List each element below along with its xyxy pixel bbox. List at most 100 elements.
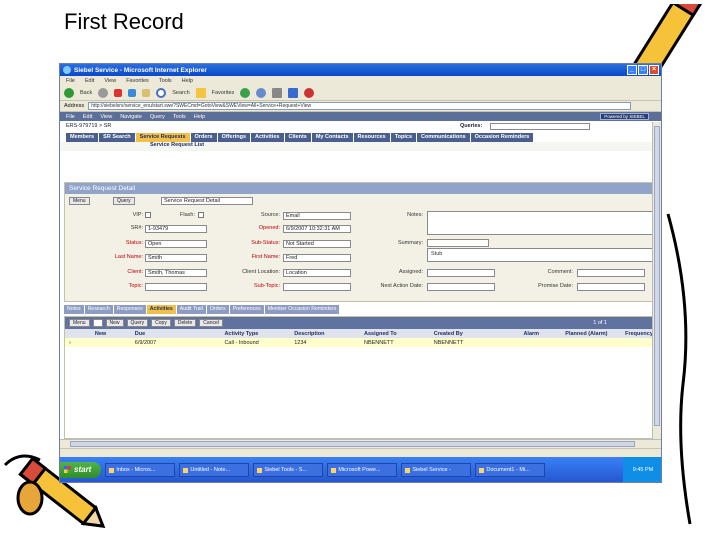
list-copy-button[interactable]: Copy	[151, 319, 171, 327]
col-planned-alarm[interactable]: Planned (Alarm)	[565, 331, 625, 337]
menu-edit[interactable]: Edit	[85, 78, 94, 84]
tab-my-contacts[interactable]: My Contacts	[311, 133, 353, 142]
list-new-button[interactable]: New	[105, 319, 124, 327]
tab-topics[interactable]: Topics	[390, 133, 417, 142]
start-button[interactable]: start	[60, 461, 102, 478]
taskbar-item-inbox[interactable]: Inbox - Micros...	[105, 462, 176, 477]
home-icon[interactable]	[142, 88, 151, 97]
favorites-icon[interactable]	[195, 87, 206, 98]
vertical-scrollbar[interactable]	[652, 122, 661, 442]
list-menu-dropdown[interactable]	[92, 319, 103, 327]
comment-field[interactable]	[577, 269, 645, 277]
view-tab-research[interactable]: Research	[84, 305, 113, 314]
list-menu-button[interactable]: Menu	[69, 319, 90, 327]
client-location-field[interactable]: Location	[283, 269, 351, 277]
taskbar-item-word[interactable]: Document1 - Mi...	[475, 462, 546, 477]
tab-resources[interactable]: Resources	[353, 133, 390, 142]
horizontal-scroll-thumb[interactable]	[70, 441, 635, 447]
queries-select[interactable]	[490, 122, 590, 130]
app-menu-navigate[interactable]: Navigate	[120, 114, 142, 120]
vertical-scroll-thumb[interactable]	[654, 126, 660, 426]
stop-icon[interactable]	[114, 88, 123, 97]
history-icon[interactable]	[240, 87, 251, 98]
col-due[interactable]: Due	[135, 331, 225, 337]
query-button[interactable]: Query	[113, 197, 135, 205]
view-select[interactable]: Service Request Detail	[161, 197, 253, 205]
view-tab-audit-trail[interactable]: Audit Trail	[176, 305, 206, 314]
sr-number-field[interactable]: 1-93479	[145, 225, 207, 233]
cell-description[interactable]: 1234	[294, 340, 364, 346]
print-icon[interactable]	[272, 87, 283, 98]
col-assigned-to[interactable]: Assigned To	[364, 331, 434, 337]
col-activity-type[interactable]: Activity Type	[224, 331, 294, 337]
view-tab-activities[interactable]: Activities	[146, 305, 176, 314]
notes-textarea[interactable]	[427, 211, 661, 235]
assigned-field[interactable]	[427, 269, 495, 277]
summary-select[interactable]	[427, 239, 489, 247]
tab-communications[interactable]: Communications	[417, 133, 470, 142]
tab-activities[interactable]: Activities	[251, 133, 284, 142]
tab-sr-search[interactable]: SR Search	[99, 133, 135, 142]
client-field[interactable]: Smith, Thomas	[145, 269, 207, 277]
menu-file[interactable]: File	[66, 78, 75, 84]
substatus-field[interactable]: Not Started	[283, 240, 351, 248]
menu-tools[interactable]: Tools	[159, 78, 172, 84]
forward-icon[interactable]	[98, 87, 109, 98]
back-label[interactable]: Back	[80, 90, 92, 96]
col-frequency[interactable]: Frequency	[625, 331, 653, 337]
menu-view[interactable]: View	[104, 78, 116, 84]
tab-offerings[interactable]: Offerings	[217, 133, 251, 142]
cell-assigned-to[interactable]: NBENNETT	[364, 340, 434, 346]
source-field[interactable]: Email	[283, 212, 351, 220]
subtopic-field[interactable]	[283, 283, 351, 291]
close-icon[interactable]: ×	[649, 65, 659, 75]
tab-members[interactable]: Members	[66, 133, 99, 142]
app-menu-query[interactable]: Query	[150, 114, 165, 120]
taskbar-item-siebel-service[interactable]: Siebel Service -	[401, 462, 472, 477]
flash-checkbox[interactable]	[198, 212, 204, 218]
menu-help[interactable]: Help	[182, 78, 193, 84]
row-selector[interactable]: ›	[65, 340, 95, 346]
search-icon[interactable]	[156, 87, 167, 98]
col-new[interactable]: New	[95, 331, 135, 337]
menu-button[interactable]: Menu	[69, 197, 90, 205]
subtab-service-request-list[interactable]: Service Request List	[60, 142, 661, 151]
edit-icon[interactable]	[288, 87, 299, 98]
tab-service-requests[interactable]: Service Requests	[135, 133, 190, 142]
app-menu-edit[interactable]: Edit	[83, 114, 92, 120]
col-alarm[interactable]: Alarm	[523, 331, 565, 337]
tab-clients[interactable]: Clients	[284, 133, 311, 142]
opened-field[interactable]: 6/9/2007 10:32:31 AM	[283, 225, 351, 233]
view-tab-orders[interactable]: Orders	[206, 305, 229, 314]
view-tab-preferences[interactable]: Preferences	[229, 305, 264, 314]
address-input[interactable]: http://siebelsrv/service_enu/start.swe?S…	[88, 102, 631, 110]
view-tab-member-occasion-reminders[interactable]: Member Occasion Reminders	[264, 305, 340, 314]
next-action-date-field[interactable]	[427, 283, 495, 291]
col-created-by[interactable]: Created By	[434, 331, 524, 337]
back-icon[interactable]	[64, 87, 74, 98]
cell-due[interactable]: 6/9/2007	[135, 340, 225, 346]
messenger-icon[interactable]	[304, 87, 315, 98]
taskbar-item-siebel-tools[interactable]: Siebel Tools - S...	[253, 462, 324, 477]
app-menu-help[interactable]: Help	[194, 114, 205, 120]
promise-date-field[interactable]	[577, 283, 645, 291]
cell-created-by[interactable]: NBENNETT	[434, 340, 524, 346]
table-row[interactable]: › 6/9/2007 Call - Inbound 1234 NBENNETT …	[65, 338, 653, 347]
mail-icon[interactable]	[256, 87, 267, 98]
cell-activity-type[interactable]: Call - Inbound	[224, 340, 294, 346]
list-cancel-button[interactable]: Cancel	[199, 319, 223, 327]
horizontal-scrollbar[interactable]	[60, 439, 661, 448]
app-menu-file[interactable]: File	[66, 114, 75, 120]
first-name-field[interactable]: Fred	[283, 254, 351, 262]
topic-field[interactable]	[145, 283, 207, 291]
app-menu-view[interactable]: View	[100, 114, 112, 120]
app-menu-tools[interactable]: Tools	[173, 114, 186, 120]
view-tab-responses[interactable]: Responses	[113, 305, 146, 314]
view-tab-notes[interactable]: Notes	[64, 305, 84, 314]
taskbar-item-powerpoint[interactable]: Microsoft Powe...	[327, 462, 398, 477]
breadcrumb[interactable]: ERS-979719 > SR	[66, 123, 111, 129]
tab-occasion-reminders[interactable]: Occasion Reminders	[470, 133, 534, 142]
favorites-label[interactable]: Favorites	[212, 90, 235, 96]
list-query-button[interactable]: Query	[126, 319, 149, 327]
list-delete-button[interactable]: Delete	[173, 319, 197, 327]
